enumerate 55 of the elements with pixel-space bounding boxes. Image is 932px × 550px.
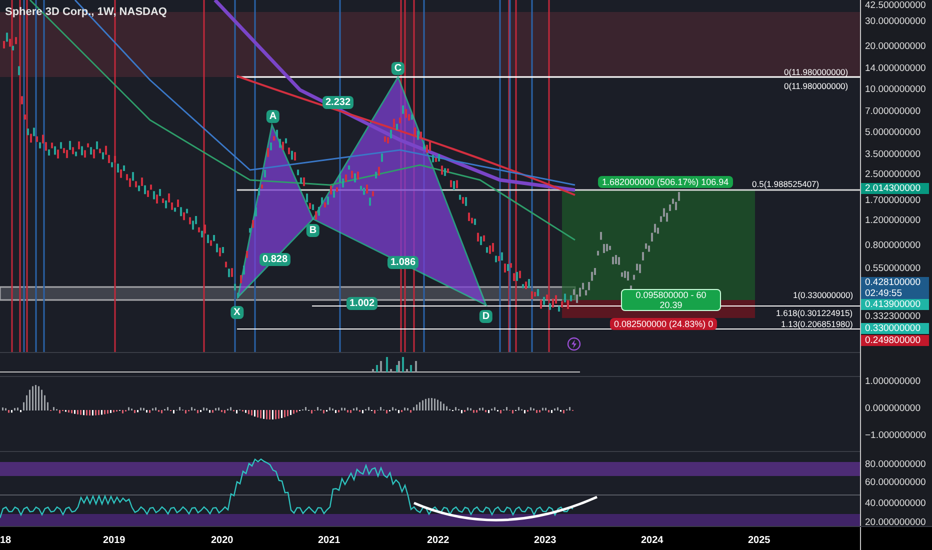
- macd-axis-label: −1.000000000: [865, 430, 926, 442]
- time-axis-label: 2022: [427, 534, 450, 548]
- entry-quantity: 20.39: [660, 300, 682, 310]
- price-axis-label: 0.800000000: [865, 240, 920, 252]
- pattern-point-label: D: [479, 310, 493, 323]
- time-axis-label: 2023: [534, 534, 556, 548]
- entry-price: 0.095800000 - 60: [636, 290, 706, 300]
- time-axis-label: 2025: [748, 534, 770, 548]
- price-axis-label: 30.000000000: [865, 16, 926, 28]
- lightning-icon: [567, 337, 581, 351]
- rsi-axis-label: 40.000000000: [865, 498, 926, 510]
- stop-label: 0.082500000 (24.83%) 0: [610, 318, 718, 330]
- fib-level-label: 0(11.980000000): [784, 81, 848, 92]
- pattern-ratio-label: 1.086: [387, 256, 419, 269]
- fib-level-label: 0(11.980000000): [784, 67, 848, 78]
- price-axis-label: 42.500000000: [865, 0, 926, 12]
- pattern-ratio-label: 0.828: [259, 253, 291, 266]
- pattern-point-label: B: [306, 224, 320, 237]
- fib-level-label: 1.13(0.206851980): [781, 319, 853, 330]
- time-axis-label: 2020: [211, 534, 234, 548]
- pattern-ratio-label: 2.232: [322, 96, 354, 109]
- time-axis-label: 2021: [318, 534, 340, 548]
- time-axis-label: 2024: [641, 534, 664, 548]
- price-axis-label: 0.550000000: [865, 263, 920, 275]
- price-value: 0.413900000: [865, 299, 922, 310]
- price-axis-label: 5.000000000: [865, 127, 920, 139]
- price-axis-label: 20.000000000: [865, 41, 926, 53]
- rsi-axis-label: 60.000000000: [865, 477, 926, 489]
- price-axis-label: 14.000000000: [865, 63, 926, 75]
- pattern-point-label: A: [266, 110, 280, 123]
- macd-axis-label: 1.000000000: [865, 376, 920, 388]
- pattern-point-label: X: [230, 306, 244, 319]
- price-axis-label: 1.700000000: [865, 195, 920, 207]
- fib-level-label: 1.618(0.301224915): [776, 308, 853, 319]
- fib-level-label: 0.5(1.988525407): [752, 179, 820, 190]
- price-axis-label: 7.000000000: [865, 106, 920, 118]
- target-label: 1.682000000 (506.17%) 106.94: [598, 176, 733, 188]
- price-axis-label: 1.200000000: [865, 215, 920, 227]
- time-axis-label: 2019: [103, 534, 126, 548]
- macd-axis-label: 0.000000000: [865, 403, 920, 415]
- fib-level-label: 1(0.330000000): [793, 290, 854, 301]
- price-value: 0.249800000: [865, 335, 922, 346]
- time-axis-label: 18: [0, 534, 12, 548]
- price-value: 0.428100000: [865, 277, 922, 288]
- price-axis-label: 3.500000000: [865, 149, 920, 161]
- rsi-axis-label: 20.000000000: [865, 517, 926, 529]
- price-axis-label: 2.500000000: [865, 169, 920, 181]
- price-value: 0.330000000: [865, 323, 922, 334]
- price-axis-label: 0.332300000: [865, 311, 920, 323]
- rsi-axis-label: 80.000000000: [865, 459, 926, 471]
- price-value: 2.014300000: [865, 183, 922, 194]
- pattern-point-label: C: [391, 62, 405, 75]
- pattern-ratio-label: 1.002: [346, 297, 378, 310]
- countdown-timer: 02:49:55: [865, 288, 903, 299]
- price-axis-label: 10.000000000: [865, 84, 926, 96]
